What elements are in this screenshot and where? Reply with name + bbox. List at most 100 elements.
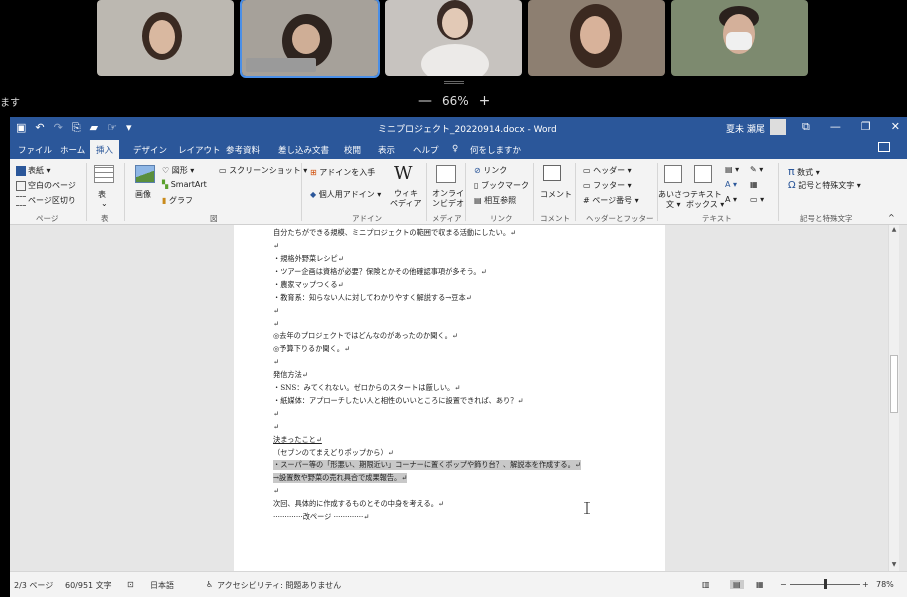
online-video-icon[interactable] — [436, 165, 456, 183]
wordart-icon[interactable]: A ▾ — [725, 180, 737, 189]
comments-icon[interactable] — [878, 142, 890, 152]
wikipedia-icon[interactable]: W — [394, 163, 413, 184]
my-addins-button[interactable]: ◆ 個人用アドイン ▾ — [310, 189, 381, 200]
page-number-button[interactable]: # ページ番号 ▾ — [583, 195, 639, 206]
picture-icon[interactable] — [135, 165, 155, 183]
tab-insert[interactable]: 挿入 — [90, 140, 120, 159]
link-button[interactable]: ⊘ リンク — [474, 165, 507, 176]
ribbon-tabs: ファイル ホーム 挿入 デザイン レイアウト 参考資料 差し込み文書 校閲 表示… — [10, 139, 907, 159]
smartart-button[interactable]: ▚ SmartArt — [162, 180, 207, 189]
equation-label: 数式 — [797, 168, 814, 177]
page-count[interactable]: 2/3 ページ — [14, 580, 53, 591]
shapes-button[interactable]: ♡ 図形 ▾ — [162, 165, 194, 176]
bookmark-label: ブックマーク — [480, 181, 529, 190]
proofing-icon[interactable]: ⊡ — [127, 580, 134, 589]
table-icon[interactable] — [94, 165, 114, 183]
scroll-up-icon[interactable]: ▲ — [890, 226, 898, 234]
page-number-icon: # — [583, 196, 590, 205]
document-page[interactable]: 自分たちができる規模、ミニプロジェクトの範囲で収まる活動にしたい。↵ ↵ ・規格外野… — [234, 225, 665, 571]
online-video-label-2[interactable]: ンビデオ — [432, 198, 464, 209]
tab-home[interactable]: ホーム — [60, 144, 85, 156]
participant-video-3[interactable] — [385, 0, 522, 76]
quick-parts-icon[interactable]: ▤ ▾ — [725, 165, 739, 174]
minimize-button[interactable]: — — [830, 120, 841, 134]
cross-reference-icon: ▤ — [474, 196, 482, 205]
scroll-thumb[interactable] — [890, 355, 898, 413]
participant-video-5[interactable] — [671, 0, 808, 76]
date-time-icon[interactable]: ▦ — [750, 180, 758, 189]
participant-video-2-active[interactable] — [240, 0, 380, 78]
object-icon[interactable]: ▭ ▾ — [750, 195, 764, 204]
table-dropdown-icon[interactable]: ⌄ — [101, 199, 108, 208]
link-icon: ⊘ — [474, 166, 481, 175]
tab-mailings[interactable]: 差し込み文書 — [278, 144, 329, 156]
chart-button[interactable]: ▮ グラフ — [162, 195, 193, 206]
web-layout-icon[interactable]: ▦ — [756, 580, 764, 589]
signature-line-icon[interactable]: ✎ ▾ — [750, 165, 763, 174]
tab-layout[interactable]: レイアウト — [178, 144, 221, 156]
get-addins-button[interactable]: ⊞ アドインを入手 — [310, 167, 375, 178]
collapse-ribbon-icon[interactable]: ^ — [888, 213, 895, 222]
tab-help[interactable]: ヘルプ — [413, 144, 439, 156]
status-zoom-in-button[interactable]: + — [862, 580, 869, 589]
tab-references[interactable]: 参考資料 — [226, 144, 260, 156]
symbol-button[interactable]: Ω 記号と特殊文字 ▾ — [788, 180, 861, 191]
textbox-label-2[interactable]: ボックス ▾ — [686, 199, 724, 210]
status-zoom-level[interactable]: 78% — [876, 580, 894, 589]
language[interactable]: 日本語 — [150, 580, 174, 591]
screenshot-button[interactable]: ▭ スクリーンショット ▾ — [219, 165, 307, 176]
save-icon[interactable]: ▣ — [16, 121, 26, 135]
customize-qat-icon[interactable]: ▾ — [126, 121, 132, 135]
print-layout-icon[interactable]: ▤ — [730, 580, 744, 589]
group-label-comments: コメント — [540, 214, 570, 223]
tell-me-icon[interactable]: ♀ — [452, 144, 458, 154]
tell-me-box[interactable]: 何をしますか — [470, 144, 521, 156]
footer-button[interactable]: ▭ フッター ▾ — [583, 180, 632, 191]
drag-handle[interactable] — [444, 81, 464, 84]
header-button[interactable]: ▭ ヘッダー ▾ — [583, 165, 632, 176]
greeting-label-2[interactable]: 文 ▾ — [666, 199, 681, 210]
scroll-down-icon[interactable]: ▼ — [890, 561, 898, 569]
tab-view[interactable]: 表示 — [378, 144, 395, 156]
blank-page-button[interactable]: 空白のページ — [16, 180, 76, 191]
wikipedia-label-2[interactable]: ペディア — [390, 198, 421, 209]
touch-mode-icon[interactable]: ☞ — [107, 121, 117, 135]
new-comment-icon[interactable] — [543, 165, 561, 181]
new-comment-label[interactable]: コメント — [540, 189, 572, 200]
equation-button[interactable]: π 数式 ▾ — [788, 165, 820, 178]
picture-label[interactable]: 画像 — [135, 189, 151, 200]
separator — [86, 163, 87, 221]
format-painter-icon[interactable]: ⎘ — [72, 121, 81, 135]
bookmark-button[interactable]: ▯ ブックマーク — [474, 180, 529, 191]
status-zoom-out-button[interactable]: − — [780, 580, 787, 589]
user-name[interactable]: 夏未 瀬尾 — [726, 122, 765, 135]
tab-review[interactable]: 校閲 — [344, 144, 361, 156]
undo-icon[interactable]: ↶ — [35, 121, 44, 135]
redo-icon[interactable]: ↷ — [54, 121, 63, 135]
zoom-slider-thumb[interactable] — [824, 579, 828, 589]
tab-file[interactable]: ファイル — [18, 144, 52, 156]
open-folder-icon[interactable]: ▰ — [90, 121, 98, 135]
user-avatar[interactable] — [770, 119, 786, 135]
read-mode-icon[interactable]: ▥ — [702, 580, 710, 589]
page-break-button[interactable]: ページ区切り — [16, 195, 76, 206]
textbox-icon[interactable] — [694, 165, 712, 183]
participant-video-1[interactable] — [97, 0, 234, 76]
close-button[interactable]: ✕ — [891, 120, 900, 134]
tab-design[interactable]: デザイン — [133, 144, 167, 156]
separator — [465, 163, 466, 221]
separator — [533, 163, 534, 221]
word-count[interactable]: 60/951 文字 — [65, 580, 112, 591]
cover-page-button[interactable]: 表紙 ▾ — [16, 165, 51, 176]
drop-cap-icon[interactable]: A ▾ — [725, 195, 737, 204]
zoom-out-button[interactable]: — — [418, 93, 432, 109]
group-label-illustrations: 図 — [210, 214, 218, 223]
zoom-in-button[interactable]: + — [479, 93, 491, 109]
ribbon-display-icon[interactable]: ⧉ — [802, 120, 810, 134]
accessibility-status[interactable]: アクセシビリティ: 問題ありません — [217, 580, 341, 591]
maximize-button[interactable]: ❐ — [861, 120, 871, 134]
participant-video-4[interactable] — [528, 0, 665, 76]
cross-reference-button[interactable]: ▤ 相互参照 — [474, 195, 516, 206]
vertical-scrollbar[interactable]: ▲ ▼ — [888, 225, 899, 571]
greeting-icon[interactable] — [664, 165, 682, 183]
